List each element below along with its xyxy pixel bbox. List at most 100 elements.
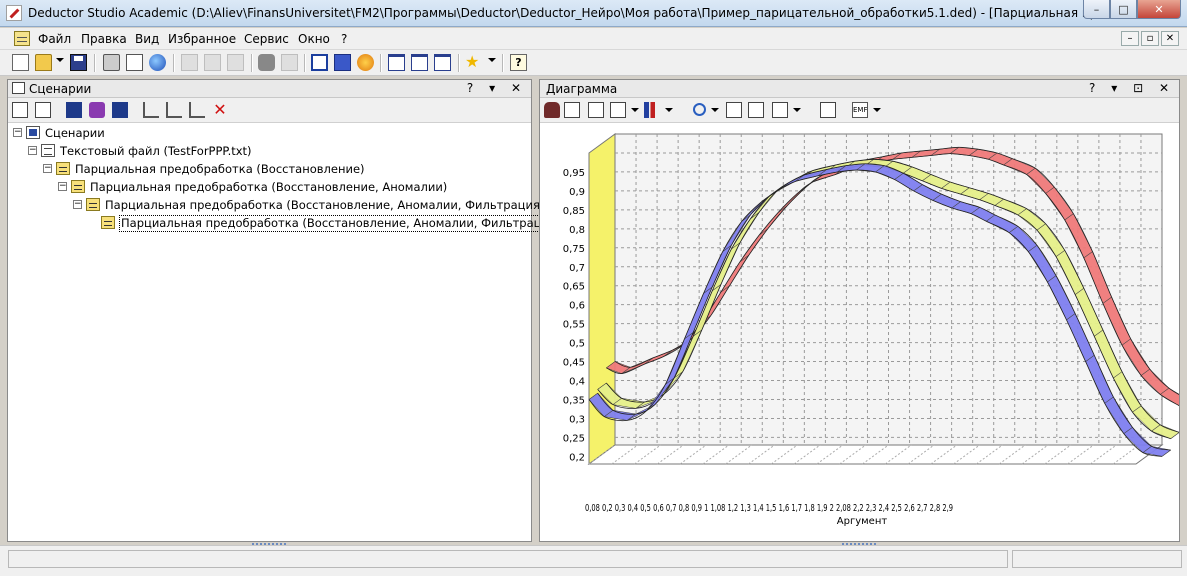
copy-chart-icon[interactable] [748, 102, 764, 118]
window-titlebar[interactable]: Deductor Studio Academic (D:\Aliev\Finan… [0, 0, 1187, 27]
chart-panel-header: Диаграмма ? ▾ ⊡ ✕ [540, 80, 1179, 98]
chart-panel-title: Диаграмма [546, 82, 618, 96]
chart-svg: 0,95 0,9 0,85 0,8 0,75 0,7 0,65 0,6 0,55 0,5 0,45 0… [563, 133, 1179, 527]
menu-help[interactable]: ? [341, 32, 347, 46]
scenarios-panel-buttons[interactable]: ? ▾ ✕ [467, 81, 527, 95]
mdi-restore-button[interactable]: ▫ [1141, 31, 1159, 46]
tree-levels-icon[interactable] [189, 102, 205, 118]
maximize-button[interactable]: □ [1110, 0, 1137, 19]
chart-series-icon[interactable] [772, 102, 788, 118]
y-tick-label: 0,25 [563, 433, 585, 444]
export-wizard-icon[interactable] [112, 102, 128, 118]
tree-item-label-selected: Парциальная предобработка (Восстановлени… [119, 215, 609, 232]
import-wizard-icon[interactable] [66, 102, 82, 118]
web-icon[interactable] [149, 54, 166, 71]
zoom-dropdown-arrow[interactable] [711, 108, 719, 112]
status-cell-main [8, 550, 1008, 568]
y-tick-label: 0,7 [569, 263, 585, 274]
axis-icon[interactable] [588, 102, 604, 118]
status-bar [0, 545, 1187, 576]
y-tick-label: 0,5 [569, 339, 585, 350]
favorites-dropdown-arrow[interactable] [488, 58, 496, 62]
cut-icon[interactable] [181, 54, 198, 71]
close-button[interactable]: ✕ [1137, 0, 1181, 19]
x-tick-labels: 0,08 0,2 0,3 0,4 0,5 0,6 0,7 0,8 0,9 1 1… [585, 503, 953, 514]
chart-type-dropdown-arrow[interactable] [665, 108, 673, 112]
y-tick-label: 0,65 [563, 282, 585, 293]
import-icon[interactable] [35, 102, 51, 118]
chart-panel-buttons[interactable]: ? ▾ ⊡ ✕ [1089, 81, 1175, 95]
menu-service[interactable]: Сервис [244, 32, 289, 46]
document-icon[interactable] [14, 31, 30, 46]
print-preview-icon[interactable] [126, 54, 143, 71]
tree-expander[interactable]: − [58, 182, 67, 191]
zoom-icon[interactable] [693, 103, 706, 116]
window-title: Deductor Studio Academic (D:\Aliev\Finan… [28, 6, 1103, 20]
scenario-icon [26, 126, 40, 139]
tree-expander[interactable]: − [73, 200, 82, 209]
y-tick-label: 0,85 [563, 206, 585, 217]
status-cell-right [1012, 550, 1182, 568]
sort-icon[interactable] [564, 102, 580, 118]
tree-item-label: Сценарии [45, 126, 105, 140]
wizard-icon[interactable] [357, 54, 374, 71]
chart-type-icon[interactable] [644, 102, 660, 118]
pan-hand-icon[interactable] [544, 102, 560, 118]
y-tick-label: 0,9 [569, 187, 585, 198]
tree-expander[interactable]: − [28, 146, 37, 155]
save-icon[interactable] [70, 54, 87, 71]
print-icon[interactable] [103, 54, 120, 71]
tree-expand-icon[interactable] [143, 102, 159, 118]
tile-horizontal-icon[interactable] [411, 54, 428, 71]
scenarios-toolbar: ✕ [8, 98, 531, 123]
export-emf-icon[interactable]: EMF [852, 102, 868, 118]
scenarios-panel-icon[interactable] [311, 54, 328, 71]
export-dropdown-arrow[interactable] [873, 108, 881, 112]
tree-collapse-icon[interactable] [166, 102, 182, 118]
processing-icon [56, 162, 70, 175]
copy-icon[interactable] [204, 54, 221, 71]
y-tick-label: 0,55 [563, 320, 585, 331]
minimize-button[interactable]: – [1083, 0, 1110, 19]
menu-file[interactable]: Файл [38, 32, 71, 46]
processing-wizard-icon[interactable] [89, 102, 105, 118]
tree-item-label: Парциальная предобработка (Восстановлени… [90, 180, 448, 194]
scenarios-panel: Сценарии ? ▾ ✕ ✕ − Сценарии − Текстовый … [7, 79, 609, 542]
menu-edit[interactable]: Правка [81, 32, 127, 46]
find-icon[interactable] [258, 54, 275, 71]
menu-favorites[interactable]: Избранное [168, 32, 236, 46]
y-tick-label: 0,35 [563, 396, 585, 407]
tree-expander[interactable]: − [43, 164, 52, 173]
chart-toolbar: EMF [540, 98, 1179, 123]
y-tick-label: 0,6 [569, 301, 585, 312]
legend-dropdown-arrow[interactable] [631, 108, 639, 112]
processing-icon [71, 180, 85, 193]
find-next-icon[interactable] [281, 54, 298, 71]
tile-vertical-icon[interactable] [434, 54, 451, 71]
legend-icon[interactable] [610, 102, 626, 118]
open-folder-icon[interactable] [35, 54, 52, 71]
fit-icon[interactable] [726, 102, 742, 118]
menu-window[interactable]: Окно [298, 32, 330, 46]
y-tick-label: 0,75 [563, 244, 585, 255]
open-dropdown-arrow[interactable] [56, 58, 64, 62]
mdi-close-button[interactable]: ✕ [1161, 31, 1179, 46]
x-axis-label: Аргумент [837, 516, 888, 527]
menu-view[interactable]: Вид [135, 32, 159, 46]
cascade-windows-icon[interactable] [388, 54, 405, 71]
tree-expander[interactable]: − [13, 128, 22, 137]
processing-icon [86, 198, 100, 211]
mdi-minimize-button[interactable]: – [1121, 31, 1139, 46]
filter-icon[interactable] [820, 102, 836, 118]
series-dropdown-arrow[interactable] [793, 108, 801, 112]
app-icon[interactable] [6, 5, 22, 21]
new-file-icon[interactable] [12, 54, 29, 71]
tree-item-label: Текстовый файл (TestForPPP.txt) [60, 144, 252, 158]
paste-icon[interactable] [227, 54, 244, 71]
delete-icon[interactable]: ✕ [212, 102, 228, 118]
favorites-star-icon[interactable]: ★ [465, 52, 482, 71]
properties-icon[interactable] [12, 102, 28, 118]
help-icon[interactable]: ? [510, 54, 527, 71]
data-panel-icon[interactable] [334, 54, 351, 71]
menu-bar: Файл Правка Вид Избранное Сервис Окно ? … [0, 28, 1187, 50]
